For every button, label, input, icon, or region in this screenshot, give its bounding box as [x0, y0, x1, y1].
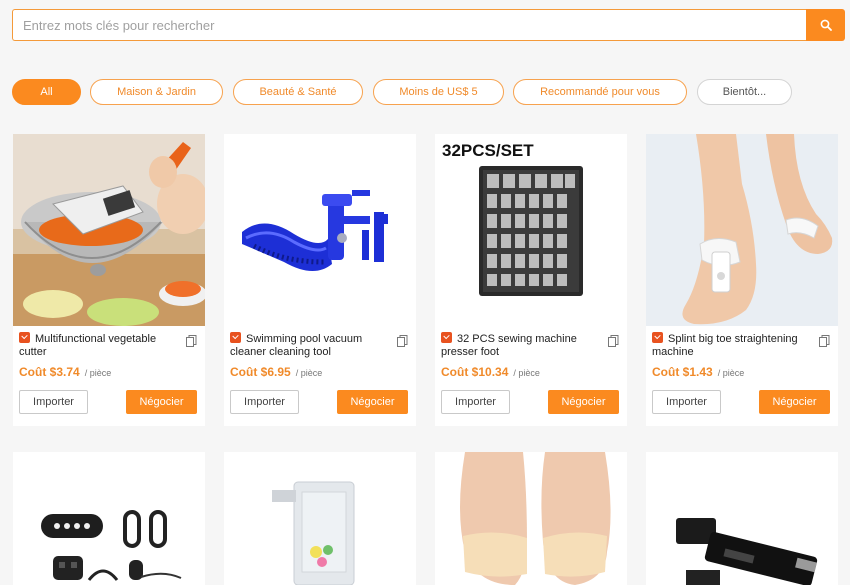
product-card[interactable]: Splint big toe straightening machine Coû… — [646, 134, 838, 426]
search-input[interactable] — [12, 9, 806, 41]
copy-icon[interactable] — [186, 335, 197, 347]
tab-recommended[interactable]: Recommandé pour vous — [513, 79, 687, 105]
negotiate-button[interactable]: Négocier — [548, 390, 619, 414]
tab-coming-soon[interactable]: Bientôt... — [697, 79, 792, 105]
image-caption: 32PCS/SET — [442, 141, 534, 160]
product-price: Coût $6.95/ pièce — [230, 365, 323, 379]
product-title[interactable]: Swimming pool vacuum cleaner cleaning to… — [230, 332, 390, 359]
product-card[interactable]: Swimming pool vacuum cleaner cleaning to… — [224, 134, 416, 426]
supplier-badge-icon — [230, 332, 241, 343]
product-card[interactable] — [224, 452, 416, 585]
product-image[interactable] — [13, 452, 205, 585]
tab-all[interactable]: All — [12, 79, 81, 105]
tab-home-garden[interactable]: Maison & Jardin — [90, 79, 223, 105]
product-image[interactable] — [224, 452, 416, 585]
product-price: Coût $3.74/ pièce — [19, 365, 112, 379]
product-image[interactable]: 32PCS/SET — [435, 134, 627, 326]
copy-icon[interactable] — [819, 335, 830, 347]
product-title[interactable]: 32 PCS sewing machine presser foot — [441, 332, 601, 359]
import-button[interactable]: Importer — [230, 390, 299, 414]
supplier-badge-icon — [19, 332, 30, 343]
product-card[interactable] — [646, 452, 838, 585]
product-card[interactable]: Multifunctional vegetable cutter Coût $3… — [13, 134, 205, 426]
product-image[interactable] — [646, 134, 838, 326]
product-image[interactable] — [13, 134, 205, 326]
product-title[interactable]: Splint big toe straightening machine — [652, 332, 812, 359]
product-card[interactable]: 32PCS/SET 32 PCS sewing machine presser … — [435, 134, 627, 426]
negotiate-button[interactable]: Négocier — [759, 390, 830, 414]
product-image[interactable] — [646, 452, 838, 585]
import-button[interactable]: Importer — [441, 390, 510, 414]
negotiate-button[interactable]: Négocier — [126, 390, 197, 414]
tab-under-5[interactable]: Moins de US$ 5 — [373, 79, 504, 105]
copy-icon[interactable] — [608, 335, 619, 347]
supplier-badge-icon — [441, 332, 452, 343]
supplier-badge-icon — [652, 332, 663, 343]
search-button[interactable] — [806, 9, 845, 41]
product-image[interactable] — [435, 452, 627, 585]
product-title[interactable]: Multifunctional vegetable cutter — [19, 332, 179, 359]
product-price: Coût $10.34/ pièce — [441, 365, 540, 379]
negotiate-button[interactable]: Négocier — [337, 390, 408, 414]
product-card[interactable] — [435, 452, 627, 585]
tab-beauty-health[interactable]: Beauté & Santé — [233, 79, 363, 105]
copy-icon[interactable] — [397, 335, 408, 347]
search-bar — [12, 9, 845, 41]
import-button[interactable]: Importer — [19, 390, 88, 414]
import-button[interactable]: Importer — [652, 390, 721, 414]
search-icon — [820, 19, 832, 31]
product-image[interactable] — [224, 134, 416, 326]
product-price: Coût $1.43/ pièce — [652, 365, 745, 379]
product-card[interactable] — [13, 452, 205, 585]
